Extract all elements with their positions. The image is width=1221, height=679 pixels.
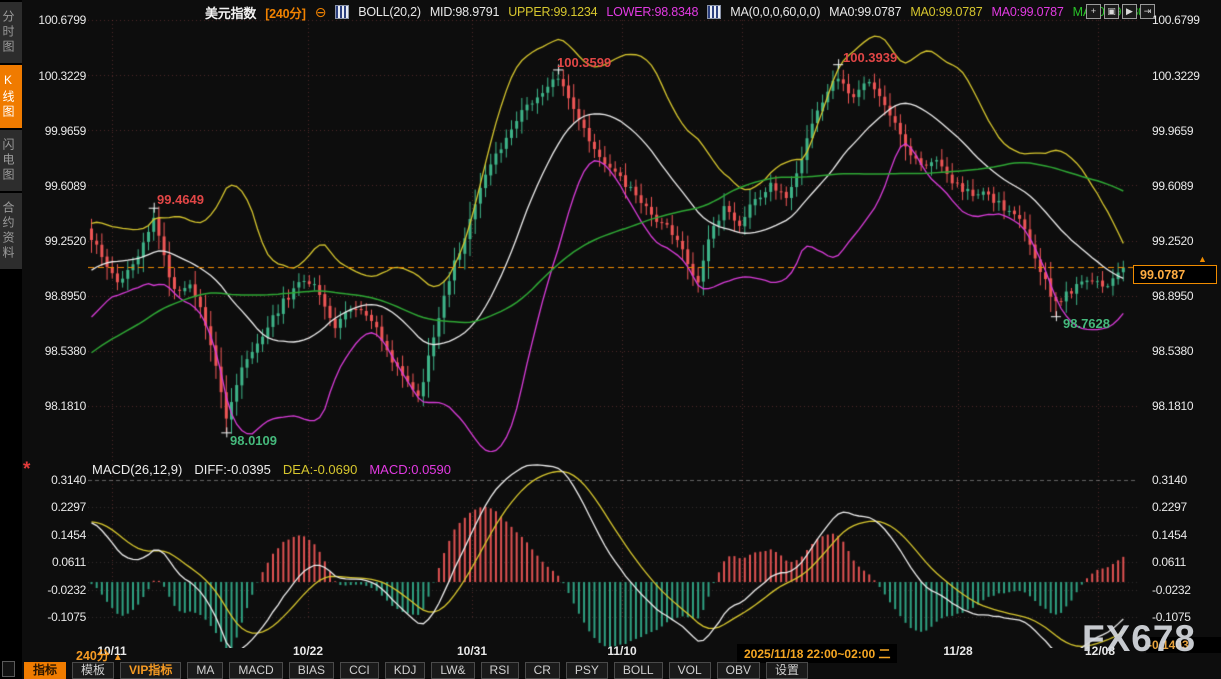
macd-axis-left-tick: 0.2297: [28, 500, 86, 514]
price-axis-left-tick: 99.2520: [28, 234, 86, 248]
x-axis-date-label: 11/28: [943, 644, 972, 658]
macd-axis-right-tick: -0.1075: [1152, 610, 1191, 624]
toolbar-button-PSY[interactable]: PSY: [566, 662, 608, 679]
current-price-tag: 99.0787: [1133, 265, 1217, 284]
sidebar-tab-闪电图[interactable]: 闪电图: [0, 130, 22, 191]
toolbar-button-VOL[interactable]: VOL: [669, 662, 711, 679]
price-axis-left-tick: 98.8950: [28, 289, 86, 303]
toolbar-button-OBV[interactable]: OBV: [717, 662, 760, 679]
x-axis-date-label: 11/10: [607, 644, 636, 658]
period-label: [240分]: [265, 3, 305, 22]
price-axis-right-tick: 98.8950: [1152, 289, 1193, 303]
indicator-toolbar: 指标模板 VIP指标 MA MACD BIAS CCI KDJ LW&RSI CR PSY BOLL…: [24, 661, 1221, 679]
ma0-magenta-value: MA0:99.0787: [992, 5, 1064, 19]
macd-dea-value: DEA:-0.0690: [283, 462, 357, 477]
price-high-annotation: 99.4649: [157, 192, 204, 207]
toolbar-button-BIAS[interactable]: BIAS: [289, 662, 334, 679]
boll-lower-value: LOWER:98.8348: [606, 5, 698, 19]
macd-crosshair-value: -0.1403: [1146, 637, 1221, 653]
toolbar-button-CCI[interactable]: CCI: [340, 662, 379, 679]
price-axis-right-tick: 99.6089: [1152, 179, 1193, 193]
macd-macd-value: MACD:0.0590: [369, 462, 451, 477]
indicator-header: 美元指数 [240分] ⊖ BOLL(20,2) MID:98.9791 UPP…: [205, 4, 1152, 20]
toolbar-button-MACD[interactable]: MACD: [229, 662, 282, 679]
ma0-white-value: MA0:99.0787: [829, 5, 901, 19]
window-controls: +▣▶⇥: [1086, 4, 1155, 19]
circled-minus-icon[interactable]: ⊖: [315, 4, 327, 21]
macd-axis-right-tick: 0.3140: [1152, 473, 1187, 487]
sidebar-footer-box[interactable]: [2, 661, 15, 677]
macd-title: MACD(26,12,9): [92, 462, 182, 477]
price-axis-right-tick: 100.3229: [1152, 69, 1200, 83]
toolbar-button-VIP指标[interactable]: VIP指标: [120, 662, 181, 679]
price-axis-left-tick: 99.6089: [28, 179, 86, 193]
macd-pane-icon[interactable]: *: [23, 459, 30, 481]
toolbar-button-RSI[interactable]: RSI: [481, 662, 519, 679]
price-axis-left-tick: 98.1810: [28, 399, 86, 413]
macd-axis-left-tick: 0.1454: [28, 528, 86, 542]
macd-axis-left-tick: 0.3140: [28, 473, 86, 487]
macd-axis-right-tick: 0.0611: [1152, 555, 1186, 569]
price-axis-right-tick: 99.9659: [1152, 124, 1193, 138]
boll-upper-value: UPPER:99.1234: [508, 5, 597, 19]
fit-width-icon[interactable]: ▣: [1104, 4, 1119, 19]
macd-axis-left-tick: -0.0232: [28, 583, 86, 597]
price-axis-left-tick: 98.5380: [28, 344, 86, 358]
price-low-annotation: 98.0109: [230, 433, 277, 448]
candlestick-chart-canvas[interactable]: [88, 12, 1138, 648]
price-axis-left-tick: 99.9659: [28, 124, 86, 138]
play-forward-icon[interactable]: ▶: [1122, 4, 1137, 19]
trading-terminal: 分时图K线图闪电图合约资料 美元指数 [240分] ⊖ BOLL(20,2) M…: [0, 0, 1221, 679]
price-axis-left-tick: 100.3229: [28, 69, 86, 83]
macd-axis-right-tick: -0.0232: [1152, 583, 1191, 597]
price-high-annotation: 100.3939: [843, 50, 897, 65]
x-axis-date-label: 10/31: [457, 644, 487, 658]
pan-icon[interactable]: +: [1086, 4, 1101, 19]
price-low-annotation: 98.7628: [1063, 316, 1110, 331]
boll-mid-value: MID:98.9791: [430, 5, 499, 19]
toolbar-button-LW&[interactable]: LW&: [431, 662, 474, 679]
ma-label: MA(0,0,0,60,0,0): [730, 5, 820, 19]
ma0-yellow-value: MA0:99.0787: [910, 5, 982, 19]
toolbar-button-MA[interactable]: MA: [187, 662, 223, 679]
price-axis-right-tick: 98.1810: [1152, 399, 1193, 413]
sidebar-tab-合约资料[interactable]: 合约资料: [0, 193, 22, 269]
x-axis-date-label: 12/08: [1085, 644, 1115, 658]
price-high-annotation: 100.3599: [557, 55, 611, 70]
symbol-name: 美元指数: [205, 3, 256, 22]
toolbar-button-模板[interactable]: 模板: [72, 662, 114, 679]
mini-chart-icon[interactable]: [707, 5, 721, 19]
price-axis-right-tick: 100.6799: [1152, 13, 1200, 27]
mini-chart-icon[interactable]: [335, 5, 349, 19]
price-axis-right-tick: 98.5380: [1152, 344, 1193, 358]
macd-axis-right-tick: 0.2297: [1152, 500, 1187, 514]
toolbar-button-指标[interactable]: 指标: [24, 662, 66, 679]
macd-diff-value: DIFF:-0.0395: [194, 462, 271, 477]
boll-label: BOLL(20,2): [358, 5, 421, 19]
macd-axis-left-tick: -0.1075: [28, 610, 86, 624]
macd-axis-right-tick: 0.1454: [1152, 528, 1187, 542]
price-up-arrow-icon: ▲: [1198, 254, 1207, 264]
toolbar-button-BOLL[interactable]: BOLL: [614, 662, 663, 679]
toolbar-button-KDJ[interactable]: KDJ: [385, 662, 426, 679]
macd-axis-left-tick: 0.0611: [28, 555, 86, 569]
chart-type-sidebar: 分时图K线图闪电图合约资料: [0, 0, 22, 679]
sidebar-tab-K线图[interactable]: K线图: [0, 65, 22, 128]
toolbar-button-设置[interactable]: 设置: [766, 662, 808, 679]
price-axis-left-tick: 100.6799: [28, 13, 86, 27]
toolbar-button-CR[interactable]: CR: [525, 662, 560, 679]
sidebar-tab-分时图[interactable]: 分时图: [0, 2, 22, 63]
macd-header: MACD(26,12,9) DIFF:-0.0395 DEA:-0.0690 M…: [92, 462, 451, 477]
price-axis-right-tick: 99.2520: [1152, 234, 1193, 248]
x-axis-date-label: 10/22: [293, 644, 323, 658]
